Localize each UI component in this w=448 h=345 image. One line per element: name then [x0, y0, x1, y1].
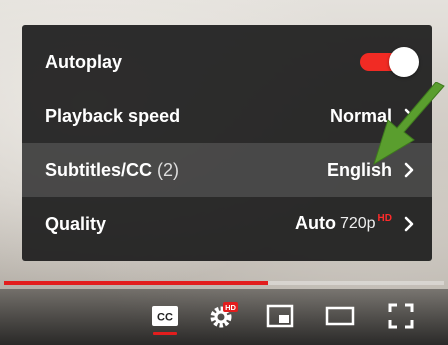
menu-item-label: Subtitles/CC	[45, 159, 153, 180]
menu-item-quality[interactable]: Quality Auto 720p HD	[22, 197, 432, 251]
fullscreen-button[interactable]	[386, 301, 416, 331]
menu-item-label: Playback speed	[45, 105, 181, 126]
menu-item-value: Auto	[294, 213, 336, 233]
cc-label: CC	[157, 312, 173, 324]
hd-badge: HD	[377, 213, 392, 224]
quality-value: Auto 720p HD	[295, 213, 392, 235]
progress-bar[interactable]	[4, 281, 444, 285]
menu-item-label-wrap: Subtitles/CC (2)	[45, 160, 327, 181]
miniplayer-icon	[266, 304, 294, 328]
menu-item-label: Autoplay	[45, 51, 123, 72]
miniplayer-button[interactable]	[265, 301, 295, 331]
subtitles-button[interactable]: CC	[150, 301, 180, 331]
quality-resolution: 720p	[339, 215, 376, 232]
cc-icon: CC	[152, 306, 178, 326]
theater-mode-button[interactable]	[325, 301, 355, 331]
subtitle-track-count: (2)	[157, 159, 180, 180]
menu-item-autoplay[interactable]: Autoplay	[22, 35, 432, 89]
fullscreen-icon	[388, 303, 414, 329]
annotation-arrow-icon	[373, 82, 445, 166]
theater-icon	[325, 306, 355, 326]
chevron-right-icon	[404, 216, 414, 232]
menu-item-label: Quality	[45, 213, 107, 234]
hd-badge: HD	[225, 303, 236, 312]
toggle-knob	[389, 47, 419, 77]
progress-bar-fill	[4, 281, 268, 285]
settings-button[interactable]: HD	[208, 301, 238, 331]
gear-icon: HD	[210, 302, 238, 328]
subtitles-active-indicator	[153, 332, 177, 335]
player-controls: CC HD	[0, 289, 448, 345]
autoplay-toggle[interactable]	[360, 47, 419, 77]
